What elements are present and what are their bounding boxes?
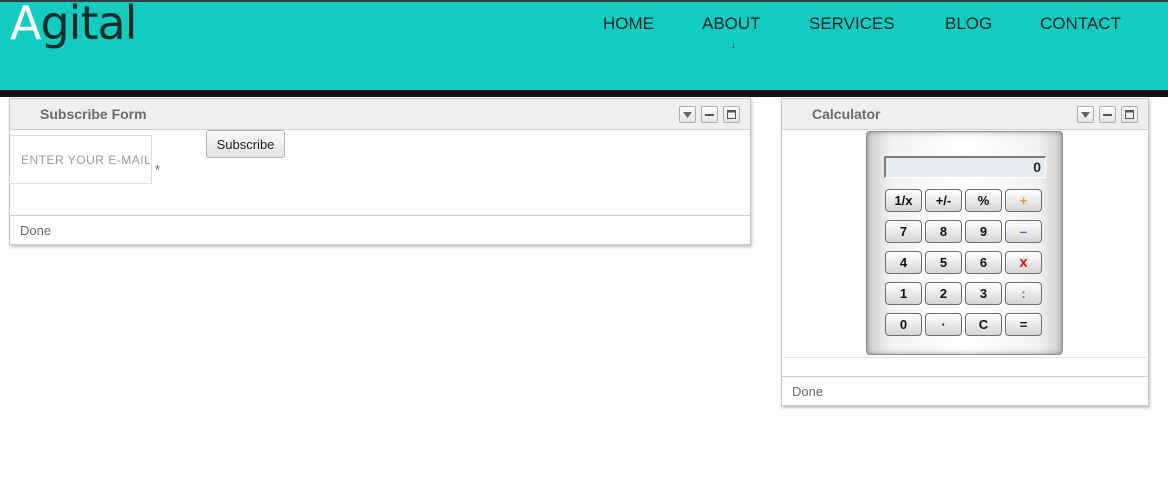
calc-key-6[interactable]: 6 (965, 251, 1002, 274)
dropdown-icon[interactable] (679, 106, 696, 123)
subscribe-portlet-header: Subscribe Form (10, 99, 750, 130)
subscribe-button[interactable]: Subscribe (206, 130, 285, 158)
calculator-divider (784, 357, 1146, 358)
calculator-status-text: Done (792, 384, 824, 399)
subscribe-portlet-title: Subscribe Form (40, 106, 147, 122)
maximize-icon[interactable] (1121, 106, 1138, 123)
calc-key-0[interactable]: 0 (885, 313, 922, 336)
email-input[interactable] (10, 135, 152, 184)
logo-rest: gital (40, 0, 137, 50)
calc-key-plus[interactable]: + (1005, 189, 1042, 212)
calc-key-minus[interactable]: – (1005, 220, 1042, 243)
nav-services-link[interactable]: SERVICES (809, 14, 895, 34)
calc-key-7[interactable]: 7 (885, 220, 922, 243)
calc-key-clear[interactable]: C (965, 313, 1002, 336)
subscribe-portlet-footer: Done (10, 215, 750, 244)
calculator-portlet-footer: Done (782, 376, 1148, 405)
nav-about-link[interactable]: ABOUT (702, 14, 761, 34)
subscribe-portlet: Subscribe Form * Subscribe Done (9, 98, 751, 245)
calc-key-decimal[interactable]: · (925, 313, 962, 336)
calculator-display: 0 (884, 156, 1046, 178)
site-header: Agital HOME ABOUT SERVICES BLOG CONTACT … (0, 0, 1168, 97)
minimize-icon[interactable] (1099, 106, 1116, 123)
calc-key-8[interactable]: 8 (925, 220, 962, 243)
calc-key-9[interactable]: 9 (965, 220, 1002, 243)
site-logo[interactable]: Agital (10, 0, 137, 53)
maximize-icon[interactable] (723, 106, 740, 123)
required-mark: * (155, 162, 161, 177)
calc-key-percent[interactable]: % (965, 189, 1002, 212)
minimize-icon[interactable] (701, 106, 718, 123)
nav-blog-link[interactable]: BLOG (945, 14, 992, 34)
calc-key-2[interactable]: 2 (925, 282, 962, 305)
calc-key-4[interactable]: 4 (885, 251, 922, 274)
calc-key-3[interactable]: 3 (965, 282, 1002, 305)
subscribe-status-text: Done (20, 223, 52, 238)
nav-home-link[interactable]: HOME (603, 14, 654, 34)
calc-key-multiply[interactable]: x (1005, 251, 1042, 274)
calc-key-1[interactable]: 1 (885, 282, 922, 305)
calc-key-reciprocal[interactable]: 1/x (885, 189, 922, 212)
calc-key-equals[interactable]: = (1005, 313, 1042, 336)
logo-first-letter: A (10, 0, 41, 50)
calculator-body: 0 1/x +/- % + 7 8 9 – 4 5 6 x 1 2 3 : 0 … (866, 131, 1063, 355)
nav-contact-link[interactable]: CONTACT (1040, 14, 1121, 34)
calculator-portlet: Calculator 0 1/x +/- % + 7 8 9 – 4 5 6 x… (781, 98, 1149, 406)
dropdown-icon[interactable] (1077, 106, 1094, 123)
calc-key-divide[interactable]: : (1005, 282, 1042, 305)
calc-key-negate[interactable]: +/- (925, 189, 962, 212)
calculator-portlet-header: Calculator (782, 99, 1148, 130)
calc-key-5[interactable]: 5 (925, 251, 962, 274)
calculator-portlet-title: Calculator (812, 106, 881, 122)
about-submenu-arrow-icon[interactable]: ↓ (731, 40, 736, 50)
